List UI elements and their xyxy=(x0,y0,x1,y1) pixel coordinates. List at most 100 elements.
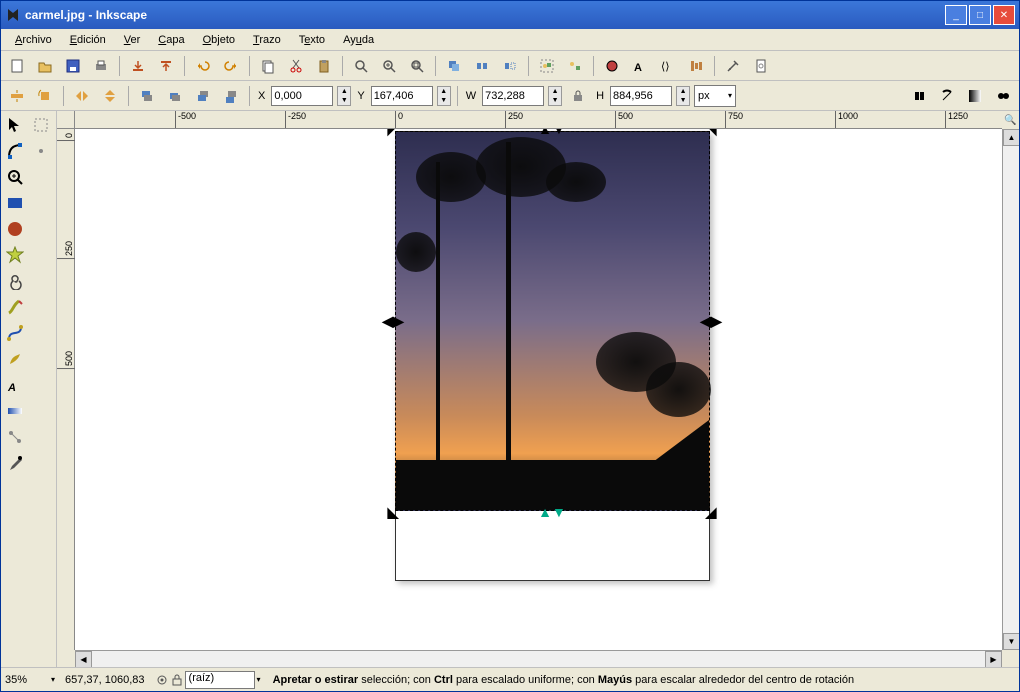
layer-lock-icon[interactable] xyxy=(171,673,183,687)
document-properties-button[interactable] xyxy=(749,54,773,78)
redo-button[interactable] xyxy=(219,54,243,78)
affect-scale-button[interactable] xyxy=(935,84,959,108)
menu-trazo[interactable]: Trazo xyxy=(245,32,289,48)
affect-pattern-button[interactable] xyxy=(963,84,987,108)
ungroup-button[interactable] xyxy=(563,54,587,78)
xml-editor-button[interactable]: ⟨⟩ xyxy=(656,54,680,78)
zoom-quick-button[interactable]: 🔍 xyxy=(1002,111,1019,129)
x-input[interactable] xyxy=(271,86,333,106)
save-button[interactable] xyxy=(61,54,85,78)
group-button[interactable] xyxy=(535,54,559,78)
scroll-down-button[interactable]: ▼ xyxy=(1003,633,1019,650)
star-tool[interactable] xyxy=(3,243,27,267)
affect-gradient-button[interactable] xyxy=(991,84,1015,108)
y-spinner[interactable]: ▲▼ xyxy=(437,86,451,106)
flip-vertical-button[interactable] xyxy=(98,84,122,108)
canvas[interactable]: ◤ ▲▼ ◥ ◀▶ ◀▶ ◣ ▲▼ ◢ xyxy=(75,129,1002,650)
dropper-tool[interactable] xyxy=(3,451,27,475)
pencil-tool[interactable] xyxy=(3,295,27,319)
menu-texto[interactable]: Texto xyxy=(291,32,333,48)
node-tool[interactable] xyxy=(3,139,27,163)
flip-horizontal-button[interactable] xyxy=(70,84,94,108)
selected-image[interactable] xyxy=(395,131,710,511)
menu-capa[interactable]: Capa xyxy=(150,32,192,48)
unit-select[interactable]: px▾ xyxy=(694,85,736,107)
menu-ayuda[interactable]: Ayuda xyxy=(335,32,382,48)
rotate-90-ccw-button[interactable] xyxy=(33,84,57,108)
lower-bottom-button[interactable] xyxy=(219,84,243,108)
preferences-button[interactable] xyxy=(721,54,745,78)
y-input[interactable] xyxy=(371,86,433,106)
ruler-horizontal[interactable]: -500 -250 0 250 500 750 1000 1250 xyxy=(75,111,1002,129)
print-button[interactable] xyxy=(89,54,113,78)
raise-button[interactable] xyxy=(163,84,187,108)
x-spinner[interactable]: ▲▼ xyxy=(337,86,351,106)
scrollbar-vertical[interactable]: ▲ ▼ xyxy=(1002,129,1019,650)
handle-n[interactable]: ▲▼ xyxy=(546,129,558,135)
affect-move-button[interactable] xyxy=(907,84,931,108)
calligraphy-tool[interactable] xyxy=(3,347,27,371)
ruler-origin[interactable] xyxy=(57,111,75,129)
handle-w[interactable]: ◀▶ xyxy=(387,315,399,327)
undo-button[interactable] xyxy=(191,54,215,78)
bezier-tool[interactable] xyxy=(3,321,27,345)
handle-s[interactable]: ▲▼ xyxy=(546,506,558,518)
handle-se[interactable]: ◢ xyxy=(705,506,717,518)
menu-edicion[interactable]: Edición xyxy=(62,32,114,48)
clone-button[interactable] xyxy=(470,54,494,78)
lower-button[interactable] xyxy=(191,84,215,108)
zoom-drawing-button[interactable] xyxy=(377,54,401,78)
new-file-button[interactable] xyxy=(5,54,29,78)
paste-button[interactable] xyxy=(312,54,336,78)
menu-objeto[interactable]: Objeto xyxy=(195,32,243,48)
snap-node-toggle[interactable] xyxy=(29,139,53,163)
copy-button[interactable] xyxy=(256,54,280,78)
layer-select[interactable]: (raíz) xyxy=(185,671,255,689)
import-button[interactable] xyxy=(126,54,150,78)
gradient-tool[interactable] xyxy=(3,399,27,423)
layer-visibility-icon[interactable] xyxy=(155,673,169,687)
zoom-selection-button[interactable] xyxy=(349,54,373,78)
handle-ne[interactable]: ◥ xyxy=(705,129,717,135)
minimize-button[interactable]: _ xyxy=(945,5,967,25)
cut-button[interactable] xyxy=(284,54,308,78)
connector-tool[interactable] xyxy=(3,425,27,449)
handle-nw[interactable]: ◤ xyxy=(387,129,399,135)
selector-tool[interactable] xyxy=(3,113,27,137)
menu-archivo[interactable]: Archivo xyxy=(7,32,60,48)
w-input[interactable] xyxy=(482,86,544,106)
snap-page-toggle[interactable] xyxy=(29,191,53,215)
open-file-button[interactable] xyxy=(33,54,57,78)
scrollbar-horizontal[interactable]: ◀ ▶ xyxy=(75,650,1002,667)
spiral-tool[interactable] xyxy=(3,269,27,293)
scroll-right-button[interactable]: ▶ xyxy=(985,651,1002,667)
snap-toggle[interactable] xyxy=(29,113,53,137)
zoom-page-button[interactable] xyxy=(405,54,429,78)
rectangle-tool[interactable] xyxy=(3,191,27,215)
lock-aspect-button[interactable] xyxy=(566,84,590,108)
raise-top-button[interactable] xyxy=(135,84,159,108)
align-button[interactable] xyxy=(684,54,708,78)
h-input[interactable] xyxy=(610,86,672,106)
layer-menu-icon[interactable]: ▾ xyxy=(257,675,261,684)
ruler-vertical[interactable]: 0 250 500 xyxy=(57,129,75,650)
w-spinner[interactable]: ▲▼ xyxy=(548,86,562,106)
handle-e[interactable]: ◀▶ xyxy=(705,315,717,327)
scroll-left-button[interactable]: ◀ xyxy=(75,651,92,667)
text-properties-button[interactable]: A xyxy=(628,54,652,78)
duplicate-button[interactable] xyxy=(442,54,466,78)
close-button[interactable]: ✕ xyxy=(993,5,1015,25)
scroll-up-button[interactable]: ▲ xyxy=(1003,129,1019,146)
h-spinner[interactable]: ▲▼ xyxy=(676,86,690,106)
export-button[interactable] xyxy=(154,54,178,78)
snap-bbox-toggle[interactable] xyxy=(29,165,53,189)
unlink-clone-button[interactable] xyxy=(498,54,522,78)
zoom-menu-icon[interactable]: ▾ xyxy=(51,675,55,684)
maximize-button[interactable]: □ xyxy=(969,5,991,25)
text-tool[interactable]: A xyxy=(3,373,27,397)
fill-stroke-button[interactable] xyxy=(600,54,624,78)
zoom-tool[interactable] xyxy=(3,165,27,189)
zoom-level[interactable]: 35% xyxy=(5,674,45,686)
ellipse-tool[interactable] xyxy=(3,217,27,241)
menu-ver[interactable]: Ver xyxy=(116,32,149,48)
